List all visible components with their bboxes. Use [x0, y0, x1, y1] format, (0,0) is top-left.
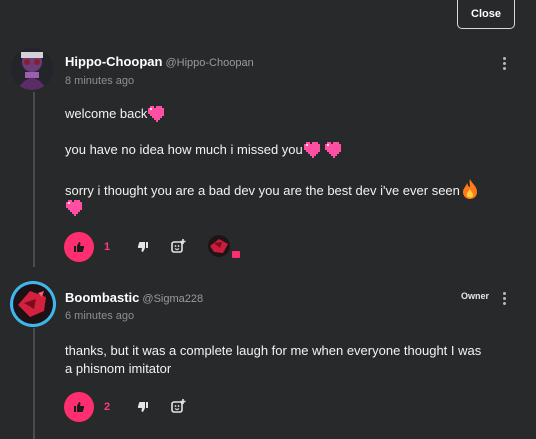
- thumbs-down-icon: [137, 242, 148, 252]
- thumbs-down-icon: [137, 402, 148, 412]
- author-handle[interactable]: @Sigma228: [142, 293, 203, 305]
- comment-text: thanks, but it was a complete laugh for …: [65, 343, 482, 358]
- avatar[interactable]: [10, 281, 56, 327]
- more-options-icon[interactable]: [503, 57, 507, 72]
- comment-text: a phisnom imitator: [65, 361, 172, 376]
- dislike-button[interactable]: [137, 240, 149, 258]
- heart-emoji: [303, 142, 320, 158]
- comment-line: sorry i thought you are a bad dev you ar…: [65, 178, 480, 200]
- add-reaction-icon: [171, 239, 186, 253]
- heart-emoji: [66, 200, 82, 216]
- comment-header: Hippo-Choopan @Hippo-Choopan: [65, 54, 254, 69]
- reactor-avatar[interactable]: [205, 234, 240, 258]
- author-handle[interactable]: @Hippo-Choopan: [165, 57, 253, 69]
- like-count: 2: [104, 401, 111, 413]
- add-reaction-icon: [171, 399, 186, 413]
- comment-line: welcome back: [65, 106, 165, 122]
- comment-header: Boombastic @Sigma228: [65, 290, 203, 305]
- owner-badge: Owner: [461, 291, 490, 301]
- timestamp: 8 minutes ago: [65, 75, 135, 87]
- timestamp: 6 minutes ago: [65, 310, 135, 322]
- thread-line: [33, 328, 35, 439]
- avatar[interactable]: [11, 48, 53, 90]
- comment-line: you have no idea how much i missed you: [65, 142, 343, 158]
- author-name[interactable]: Boombastic: [65, 290, 139, 305]
- comment-text: sorry i thought you are a bad dev you ar…: [65, 183, 460, 198]
- dislike-button[interactable]: [137, 400, 149, 418]
- like-button[interactable]: [64, 392, 94, 422]
- comment-text: you have no idea how much i missed you: [65, 142, 303, 157]
- like-button[interactable]: [64, 232, 94, 262]
- author-name[interactable]: Hippo-Choopan: [65, 54, 162, 69]
- add-reaction-button[interactable]: [171, 398, 187, 419]
- heart-emoji: [148, 106, 165, 122]
- like-count: 1: [104, 241, 111, 253]
- fire-emoji: [462, 179, 477, 199]
- add-reaction-button[interactable]: [171, 238, 187, 259]
- close-button[interactable]: Close: [457, 0, 515, 29]
- thread-line: [33, 92, 35, 267]
- comment-text: welcome back: [65, 106, 148, 121]
- thumbs-up-icon: [74, 402, 85, 412]
- thumbs-up-icon: [74, 242, 85, 252]
- more-options-icon[interactable]: [503, 292, 507, 307]
- heart-emoji: [324, 142, 341, 158]
